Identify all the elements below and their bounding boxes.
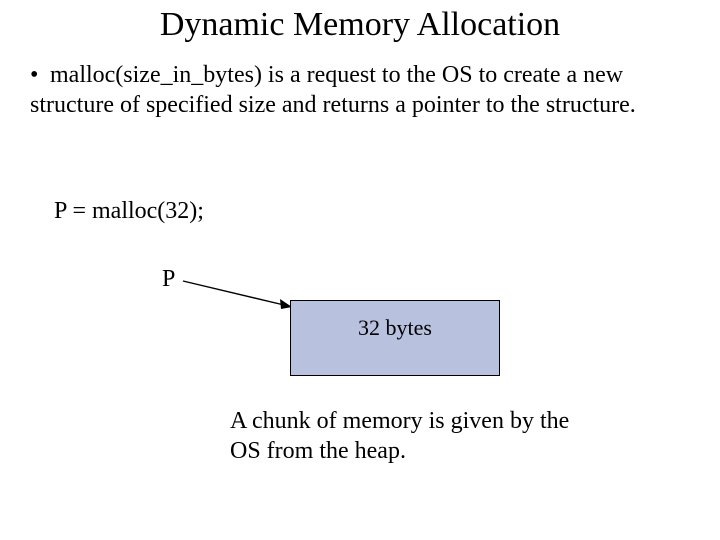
arrow-icon <box>180 275 300 315</box>
caption-text: A chunk of memory is given by the OS fro… <box>230 406 590 466</box>
memory-box: 32 bytes <box>290 300 500 376</box>
bullet-marker: • <box>30 60 50 90</box>
bullet-text: malloc(size_in_bytes) is a request to th… <box>30 62 636 118</box>
slide-title: Dynamic Memory Allocation <box>0 6 720 44</box>
code-statement: P = malloc(32); <box>54 198 204 225</box>
slide: Dynamic Memory Allocation •malloc(size_i… <box>0 0 720 540</box>
bullet-line: •malloc(size_in_bytes) is a request to t… <box>30 60 670 120</box>
pointer-label: P <box>162 266 175 293</box>
memory-box-label: 32 bytes <box>358 315 432 341</box>
